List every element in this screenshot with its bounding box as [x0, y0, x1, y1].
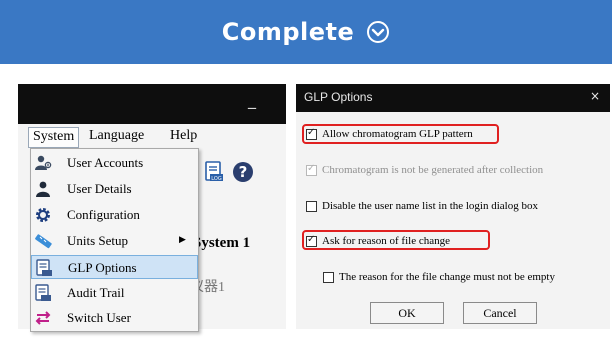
menu-item-switch-user[interactable]: Switch User	[31, 306, 198, 330]
option-allow-glp-pattern[interactable]: ✓ Allow chromatogram GLP pattern	[306, 126, 473, 140]
dialog-title: GLP Options	[304, 90, 373, 104]
glp-options-icon	[36, 259, 52, 276]
help-icon[interactable]: ?	[232, 161, 254, 183]
option-label: Allow chromatogram GLP pattern	[322, 128, 473, 140]
user-accounts-icon	[35, 155, 52, 170]
menu-item-configuration[interactable]: Configuration	[31, 203, 198, 227]
menu-language[interactable]: Language	[89, 128, 144, 144]
minimize-button[interactable]: _	[248, 90, 256, 109]
svg-text:LOG: LOG	[211, 176, 222, 182]
chevron-down-circle-icon	[367, 21, 390, 43]
menu-item-label: Audit Trail	[67, 285, 125, 300]
option-label: Chromatogram is not be generated after c…	[322, 164, 544, 176]
menu-item-label: Switch User	[67, 310, 131, 325]
checkbox[interactable]	[306, 200, 317, 212]
checkbox[interactable]	[323, 271, 334, 283]
submenu-arrow-icon: ▶	[179, 234, 186, 244]
menu-item-audit-trail[interactable]: Audit Trail	[31, 281, 198, 305]
checkmark-icon: ✓	[307, 162, 316, 174]
menu-item-label: Units Setup	[67, 233, 129, 248]
completion-banner: Complete	[0, 0, 612, 64]
option-label: Disable the user name list in the login …	[322, 200, 538, 212]
checkmark-icon: ✓	[307, 126, 316, 138]
option-label: Ask for reason of file change	[322, 235, 450, 247]
banner-title: Complete	[221, 18, 355, 46]
option-ask-reason-file-change[interactable]: ✓ Ask for reason of file change	[306, 233, 450, 247]
switch-user-icon	[35, 311, 51, 325]
checkmark-icon: ✓	[307, 233, 316, 245]
menu-item-label: User Accounts	[67, 155, 144, 170]
ok-button[interactable]: OK	[370, 302, 444, 324]
window-titlebar: _	[18, 84, 286, 124]
user-details-icon	[36, 181, 50, 197]
menu-item-label: User Details	[67, 181, 132, 196]
menu-item-label: GLP Options	[68, 260, 137, 275]
checkbox[interactable]: ✓	[306, 233, 317, 247]
checkbox: ✓	[306, 162, 317, 176]
gear-icon	[36, 208, 50, 222]
menu-item-user-details[interactable]: User Details	[31, 177, 198, 201]
system-menu-dropdown: User Accounts User Details Configuration…	[30, 148, 199, 332]
close-button[interactable]: ×	[590, 89, 600, 103]
menu-item-units-setup[interactable]: Units Setup ▶	[31, 229, 198, 253]
units-setup-icon	[35, 234, 52, 249]
option-reason-not-empty[interactable]: The reason for the file change must not …	[323, 271, 555, 283]
cancel-button[interactable]: Cancel	[463, 302, 537, 324]
dialog-titlebar: GLP Options ×	[296, 84, 610, 112]
checkbox[interactable]: ✓	[306, 126, 317, 140]
menu-item-label: Configuration	[67, 207, 140, 222]
menu-system[interactable]: System	[28, 127, 80, 148]
option-chromatogram-not-generated: ✓ Chromatogram is not be generated after…	[306, 162, 544, 176]
option-label: The reason for the file change must not …	[339, 271, 555, 283]
menu-item-glp-options[interactable]: GLP Options	[31, 255, 198, 279]
svg-text:?: ?	[239, 163, 248, 181]
menu-item-user-accounts[interactable]: User Accounts	[31, 151, 198, 175]
menu-help[interactable]: Help	[170, 128, 197, 144]
log-document-icon[interactable]: LOG	[204, 161, 224, 183]
system-title-partial: System 1	[193, 235, 251, 251]
audit-trail-icon	[35, 284, 51, 301]
option-disable-user-name-list[interactable]: Disable the user name list in the login …	[306, 200, 538, 212]
